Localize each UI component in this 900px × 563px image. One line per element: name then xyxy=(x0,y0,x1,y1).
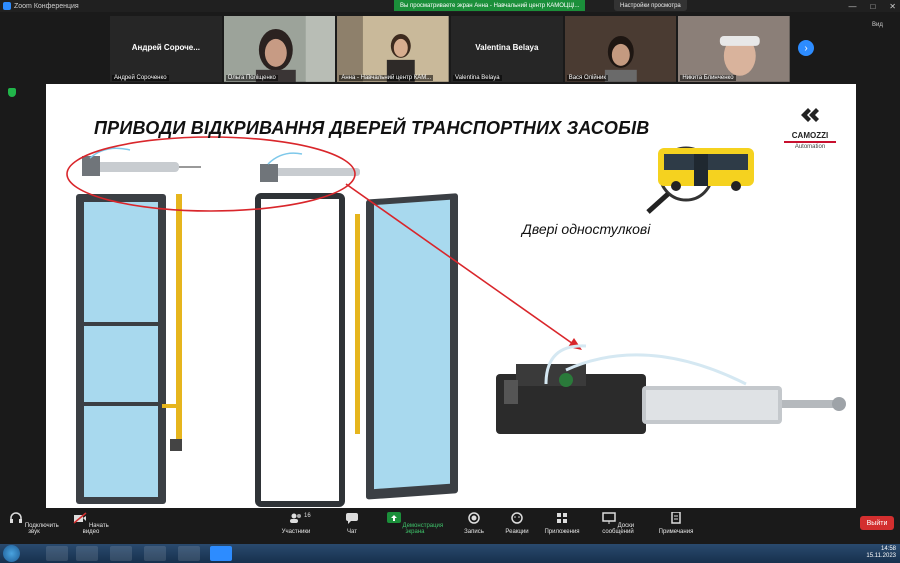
chrome-icon[interactable] xyxy=(178,546,200,561)
single-leaf-door-illustration xyxy=(76,147,201,504)
apps-label: Приложения xyxy=(544,529,580,535)
participant-name-tag: Ольга Поліщенко xyxy=(225,75,278,81)
screen-share-banner: Вы просматриваете экран Анна - Навчальни… xyxy=(394,0,586,11)
reactions-button[interactable]: Реакции xyxy=(504,512,530,535)
camozzi-logo-mark-icon xyxy=(801,108,819,122)
paint-icon[interactable] xyxy=(144,546,166,561)
smiley-icon xyxy=(511,512,523,524)
notes-label: Примечания xyxy=(658,529,694,535)
media-player-icon[interactable] xyxy=(76,546,98,561)
tray-time: 14:58 xyxy=(880,546,896,552)
view-button[interactable]: Вид xyxy=(872,22,883,28)
apps-icon xyxy=(557,513,567,523)
apps-button[interactable]: Приложения xyxy=(542,512,582,535)
next-participants-button[interactable]: › xyxy=(798,40,814,56)
slide-illustrations xyxy=(66,136,846,507)
encryption-shield-icon[interactable] xyxy=(8,88,16,97)
participants-icon xyxy=(290,513,301,523)
video-off-icon xyxy=(73,512,87,524)
close-icon[interactable]: ✕ xyxy=(889,2,896,11)
leave-meeting-button[interactable]: Выйти xyxy=(860,516,894,530)
meeting-toolbar: Подключить звук Начать видео Участники 1… xyxy=(0,508,900,544)
participant-video xyxy=(678,16,790,82)
slide-caption: Двері одностулкові xyxy=(522,221,651,237)
notes-icon xyxy=(671,511,681,524)
zoom-app-icon xyxy=(3,2,11,10)
participant-video xyxy=(223,16,336,82)
start-video-label: Начать видео xyxy=(82,523,109,535)
record-icon xyxy=(468,512,480,524)
window-title: Zoom Конференция xyxy=(14,2,79,10)
archive-app-icon[interactable] xyxy=(110,546,132,561)
start-video-button[interactable]: Начать видео xyxy=(66,512,116,535)
tray-date: 15.11.2023 xyxy=(866,553,896,559)
participant-tile[interactable]: Анна - Навчальний центр КАМ... xyxy=(337,16,450,82)
participant-video xyxy=(337,16,449,82)
participant-name-tag: Анна - Навчальний центр КАМ... xyxy=(339,75,434,81)
headphones-icon xyxy=(10,512,23,523)
record-button[interactable]: Запись xyxy=(462,512,486,535)
participant-tile[interactable]: Никита Блинченко xyxy=(678,16,791,82)
slide-title: ПРИВОДИ ВІДКРИВАННЯ ДВЕРЕЙ ТРАНСПОРТНИХ … xyxy=(94,118,650,138)
participant-display-name: Андрей Сороче... xyxy=(131,43,200,52)
share-screen-icon xyxy=(386,512,401,523)
participant-tile[interactable]: Вася Олійник xyxy=(564,16,677,82)
windows-taskbar: 14:58 15.11.2023 xyxy=(0,544,900,563)
system-tray[interactable]: 14:58 15.11.2023 xyxy=(866,546,896,560)
pneumatic-actuator-illustration xyxy=(496,344,846,434)
maximize-icon[interactable]: □ xyxy=(870,2,875,11)
join-audio-label: Подключить звук xyxy=(24,523,59,535)
share-screen-label: Демонстрация экрана xyxy=(402,523,444,535)
window-controls: — □ ✕ xyxy=(848,0,896,12)
view-options-button[interactable]: Настройки просмотра xyxy=(614,0,687,11)
record-label: Запись xyxy=(464,529,484,535)
whiteboards-label: Доски сообщений xyxy=(602,523,635,535)
participant-name-tag: Вася Олійник xyxy=(566,75,609,81)
participant-name-tag: Никита Блинченко xyxy=(680,75,736,81)
participant-display-name: Valentina Belaya xyxy=(475,43,539,52)
whiteboards-button[interactable]: Доски сообщений xyxy=(590,512,646,535)
chat-button[interactable]: Чат xyxy=(340,512,364,535)
whiteboard-icon xyxy=(602,512,616,524)
chat-icon xyxy=(346,513,358,524)
participant-tile[interactable]: Андрей Сороче... Андрей Сороченко xyxy=(110,16,222,82)
participant-tile[interactable]: Valentina Belaya Valentina Belaya xyxy=(451,16,563,82)
bus-magnifier-illustration xyxy=(646,146,754,214)
join-audio-button[interactable]: Подключить звук xyxy=(6,512,62,535)
participant-video xyxy=(564,16,677,82)
zoom-window: Zoom Конференция Вы просматриваете экран… xyxy=(0,0,900,544)
notes-button[interactable]: Примечания xyxy=(654,511,698,535)
minimize-icon[interactable]: — xyxy=(848,2,856,11)
chat-label: Чат xyxy=(347,529,357,535)
ie-icon[interactable] xyxy=(46,546,68,561)
zoom-taskbar-icon[interactable] xyxy=(210,546,232,561)
participants-count: 16 xyxy=(304,513,311,519)
start-button[interactable] xyxy=(3,545,20,562)
camozzi-logo: CAMOZZI Automation xyxy=(780,106,840,150)
logo-brand: CAMOZZI xyxy=(791,131,829,140)
share-screen-button[interactable]: Демонстрация экрана xyxy=(380,512,450,535)
logo-subtitle: Automation xyxy=(794,144,826,150)
shared-slide: ПРИВОДИ ВІДКРИВАННЯ ДВЕРЕЙ ТРАНСПОРТНИХ … xyxy=(46,84,856,508)
participant-strip: Андрей Сороче... Андрей Сороченко Ольга … xyxy=(110,16,791,82)
participant-name-tag: Valentina Belaya xyxy=(453,75,502,81)
logo-divider xyxy=(784,141,836,143)
participants-label: Участники xyxy=(281,529,311,535)
participant-name-tag: Андрей Сороченко xyxy=(112,75,169,81)
participant-tile[interactable]: Ольга Поліщенко xyxy=(223,16,336,82)
reactions-label: Реакции xyxy=(505,529,529,535)
